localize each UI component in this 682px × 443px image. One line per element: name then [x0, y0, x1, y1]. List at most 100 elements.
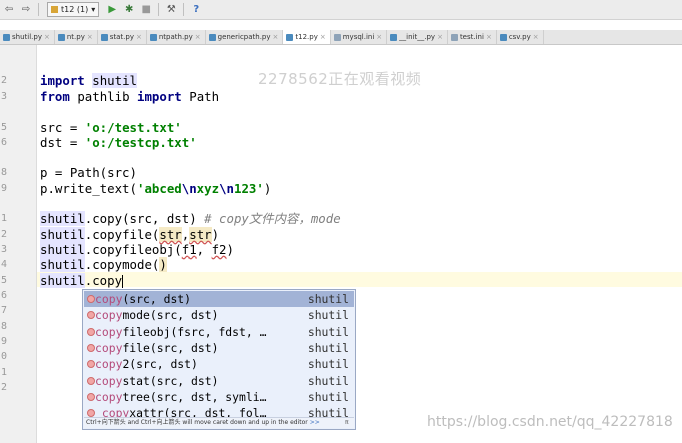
- completion-module: shutil: [307, 373, 349, 388]
- debug-icon[interactable]: ✱: [122, 3, 136, 17]
- tab-label: genericpath.py: [217, 33, 271, 41]
- paren: ): [159, 257, 167, 272]
- python-file-icon: [390, 33, 398, 41]
- completion-name: copymode(src, dst): [95, 307, 218, 323]
- run-configuration-select[interactable]: t12 (1) ▾: [47, 2, 100, 17]
- completion-item[interactable]: copymode(src, dst) shutil: [84, 307, 354, 323]
- tab-test-ini[interactable]: test.ini ×: [448, 30, 497, 44]
- completion-signature: stat(src, dst): [122, 373, 219, 388]
- function-icon: [87, 409, 95, 418]
- close-tab-icon[interactable]: ×: [320, 30, 326, 44]
- settings-icon[interactable]: ⚒: [164, 3, 178, 17]
- tab-genericpath-py[interactable]: genericpath.py ×: [206, 30, 284, 44]
- close-tab-icon[interactable]: ×: [437, 30, 443, 44]
- function-icon: [87, 295, 95, 303]
- code-line-5: p = Path(src): [40, 165, 137, 180]
- current-line-highlight: [37, 272, 682, 287]
- call: .copymode(: [84, 257, 160, 272]
- completion-item[interactable]: copy(src, dst) shutil: [84, 291, 354, 307]
- close-tab-icon[interactable]: ×: [87, 30, 93, 44]
- keyword: from: [40, 89, 70, 104]
- completion-module: shutil: [307, 324, 349, 339]
- run-icon[interactable]: ▶: [105, 3, 119, 17]
- viewer-watermark: 2278562正在观看视频: [258, 70, 422, 88]
- line-number-gutter: 2 3 5 6 8 9 1 2 3 4 5 6 7 8 9 0 1 2: [0, 45, 37, 443]
- help-icon[interactable]: ?: [189, 3, 203, 17]
- completion-name: copy(src, dst): [95, 291, 191, 307]
- function-icon: [87, 392, 95, 401]
- completion-signature: mode(src, dst): [122, 308, 219, 323]
- tab-label: t12.py: [295, 33, 318, 41]
- comment: # copy文件内容，mode: [204, 211, 341, 226]
- completion-name: copystat(src, dst): [95, 373, 218, 389]
- tab-csv-py[interactable]: csv.py ×: [497, 30, 544, 44]
- function-icon: [87, 311, 95, 320]
- line-number: 2: [1, 229, 8, 240]
- string-literal: 'o:/test.txt': [84, 120, 182, 135]
- string-literal: 'abced: [136, 181, 182, 196]
- close-tab-icon[interactable]: ×: [486, 30, 492, 44]
- identifier: shutil: [40, 211, 85, 226]
- close-tab-icon[interactable]: ×: [273, 30, 279, 44]
- back-icon[interactable]: ⇦: [2, 3, 16, 17]
- argument: str: [159, 227, 182, 242]
- keyword: import: [137, 89, 182, 104]
- completion-item[interactable]: copy2(src, dst) shutil: [84, 356, 354, 372]
- line-number: 6: [1, 290, 8, 301]
- blog-watermark: https://blog.csdn.net/qq_42227818: [427, 414, 673, 430]
- line-number: 3: [1, 91, 8, 102]
- editor-tabs: shutil.py × nt.py × stat.py × ntpath.py × generi…: [0, 30, 682, 45]
- completion-match: copy: [95, 357, 123, 372]
- close-tab-icon[interactable]: ×: [136, 30, 142, 44]
- escape-sequence: \n: [219, 181, 234, 196]
- completion-module: shutil: [307, 308, 349, 323]
- pin-icon[interactable]: π: [345, 419, 352, 426]
- tab-ntpath-py[interactable]: ntpath.py ×: [147, 30, 206, 44]
- code-line-7: shutil.copy(src, dst) # copy文件内容，mode: [40, 211, 341, 226]
- toolbar-separator: [158, 3, 160, 16]
- function-icon: [87, 327, 95, 336]
- completion-item[interactable]: copyfileobj(fsrc, fdst, … shutil: [84, 324, 354, 340]
- line-number: 9: [1, 336, 8, 347]
- argument: f2: [211, 242, 227, 257]
- line-number: 2: [1, 75, 8, 86]
- string-literal: 'o:/testcp.txt': [84, 135, 197, 150]
- code-line-11: shutil.copy: [40, 273, 124, 288]
- function-icon: [87, 360, 95, 369]
- tab-stat-py[interactable]: stat.py ×: [98, 30, 147, 44]
- argument: str: [189, 227, 212, 242]
- line-number: 9: [1, 183, 8, 194]
- code-line-10: shutil.copymode(): [40, 257, 167, 272]
- completion-item[interactable]: copyfile(src, dst) shutil: [84, 340, 354, 356]
- close-tab-icon[interactable]: ×: [195, 30, 201, 44]
- autocomplete-popup: _copyxattr(src, dst, fol… shutil copytree(…: [82, 289, 356, 430]
- main-toolbar: ⇦ ⇨ t12 (1) ▾ ▶ ✱ ■ ⚒ ?: [0, 0, 682, 20]
- identifier: shutil: [92, 73, 137, 88]
- line-number: 6: [1, 137, 8, 148]
- close-tab-icon[interactable]: ×: [533, 30, 539, 44]
- close-tab-icon[interactable]: ×: [376, 30, 382, 44]
- completion-match: copy: [95, 324, 123, 339]
- completion-name: copyfile(src, dst): [95, 340, 218, 356]
- close-tab-icon[interactable]: ×: [44, 30, 50, 44]
- completion-module: shutil: [307, 292, 349, 306]
- keyword: import: [40, 73, 85, 88]
- tab-label: shutil.py: [12, 33, 42, 41]
- tab-label: test.ini: [459, 33, 484, 41]
- tab-label: stat.py: [109, 33, 134, 41]
- code-line-9: shutil.copyfileobj(f1, f2): [40, 242, 234, 257]
- tab-mysql-ini[interactable]: mysql.ini ×: [331, 30, 388, 44]
- tab-t12-py[interactable]: t12.py ×: [283, 30, 331, 44]
- completion-item[interactable]: copytree(src, dst, symli… shutil: [84, 389, 354, 405]
- forward-icon[interactable]: ⇨: [19, 3, 33, 17]
- line-number: 7: [1, 305, 8, 316]
- tab--init-py[interactable]: __init__.py ×: [387, 30, 448, 44]
- hint-link[interactable]: >>: [310, 419, 320, 426]
- run-config-label: t12 (1): [61, 5, 89, 14]
- tab-label: __init__.py: [399, 33, 436, 41]
- tab-nt-py[interactable]: nt.py ×: [55, 30, 98, 44]
- completion-item[interactable]: copystat(src, dst) shutil: [84, 373, 354, 389]
- completion-match: copy: [95, 389, 123, 404]
- tab-shutil-py[interactable]: shutil.py ×: [0, 30, 55, 44]
- stop-icon[interactable]: ■: [139, 3, 153, 17]
